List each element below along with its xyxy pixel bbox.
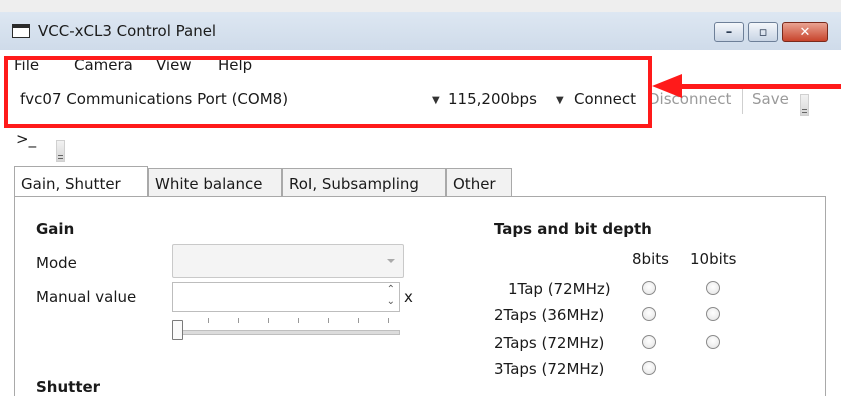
gain-slider-thumb[interactable] — [172, 320, 183, 340]
console-prompt[interactable]: >_ — [16, 130, 36, 148]
gain-heading: Gain — [36, 220, 75, 238]
annotation-arrow-head — [652, 74, 682, 98]
gain-manual-input[interactable]: ⌃ ⌄ — [172, 282, 400, 312]
close-button[interactable]: ✕ — [782, 22, 828, 42]
tab-roi-subsampling[interactable]: RoI, Subsampling — [282, 168, 446, 196]
radio-2taps36-10bits[interactable] — [706, 307, 720, 321]
tab-other[interactable]: Other — [446, 168, 512, 196]
slider-tick — [298, 318, 299, 323]
toolbar-separator — [742, 88, 743, 114]
slider-tick — [238, 318, 239, 323]
radio-2taps36-8bits[interactable] — [642, 307, 656, 321]
shutter-heading: Shutter — [36, 378, 101, 396]
slider-tick — [208, 318, 209, 323]
minimize-button[interactable]: – — [714, 22, 744, 42]
gain-unit: x — [404, 288, 413, 306]
toolbar-overflow-grip[interactable] — [800, 94, 809, 116]
taps-heading: Taps and bit depth — [494, 220, 652, 238]
close-icon: ✕ — [799, 24, 811, 40]
tab-gain-shutter[interactable]: Gain, Shutter — [14, 166, 148, 196]
radio-1tap-10bits[interactable] — [706, 281, 720, 295]
chevron-down-icon — [387, 259, 395, 263]
minimize-icon: – — [725, 24, 733, 40]
save-button[interactable]: Save — [752, 90, 789, 108]
taps-row-label: 1Tap (72MHz) — [508, 280, 611, 298]
taps-row-label: 2Taps (36MHz) — [494, 306, 605, 324]
slider-tick — [388, 318, 389, 323]
taps-row-label: 3Taps (72MHz) — [494, 360, 605, 378]
slider-tick — [268, 318, 269, 323]
radio-3taps-8bits[interactable] — [642, 361, 656, 375]
gain-slider-track[interactable] — [178, 330, 400, 335]
taps-col-8bits: 8bits — [632, 250, 669, 268]
radio-2taps72-10bits[interactable] — [706, 335, 720, 349]
console-toolbar-grip[interactable] — [56, 140, 65, 162]
gain-mode-select[interactable] — [172, 244, 404, 278]
window-title: VCC-xCL3 Control Panel — [38, 22, 217, 40]
maximize-button[interactable]: ▫ — [748, 22, 778, 42]
gain-manual-label: Manual value — [36, 288, 137, 306]
slider-tick — [328, 318, 329, 323]
annotation-arrow-line — [680, 84, 841, 89]
window-app-icon — [12, 24, 30, 38]
tab-white-balance[interactable]: White balance — [148, 168, 282, 196]
radio-1tap-8bits[interactable] — [642, 281, 656, 295]
radio-2taps72-8bits[interactable] — [642, 335, 656, 349]
highlight-box — [4, 56, 652, 128]
gain-mode-label: Mode — [36, 254, 77, 272]
spin-down-icon[interactable]: ⌄ — [387, 296, 395, 307]
taps-row-label: 2Taps (72MHz) — [494, 334, 605, 352]
taps-col-10bits: 10bits — [690, 250, 737, 268]
maximize-icon: ▫ — [758, 24, 768, 40]
slider-tick — [358, 318, 359, 323]
spin-up-icon[interactable]: ⌃ — [387, 284, 395, 295]
